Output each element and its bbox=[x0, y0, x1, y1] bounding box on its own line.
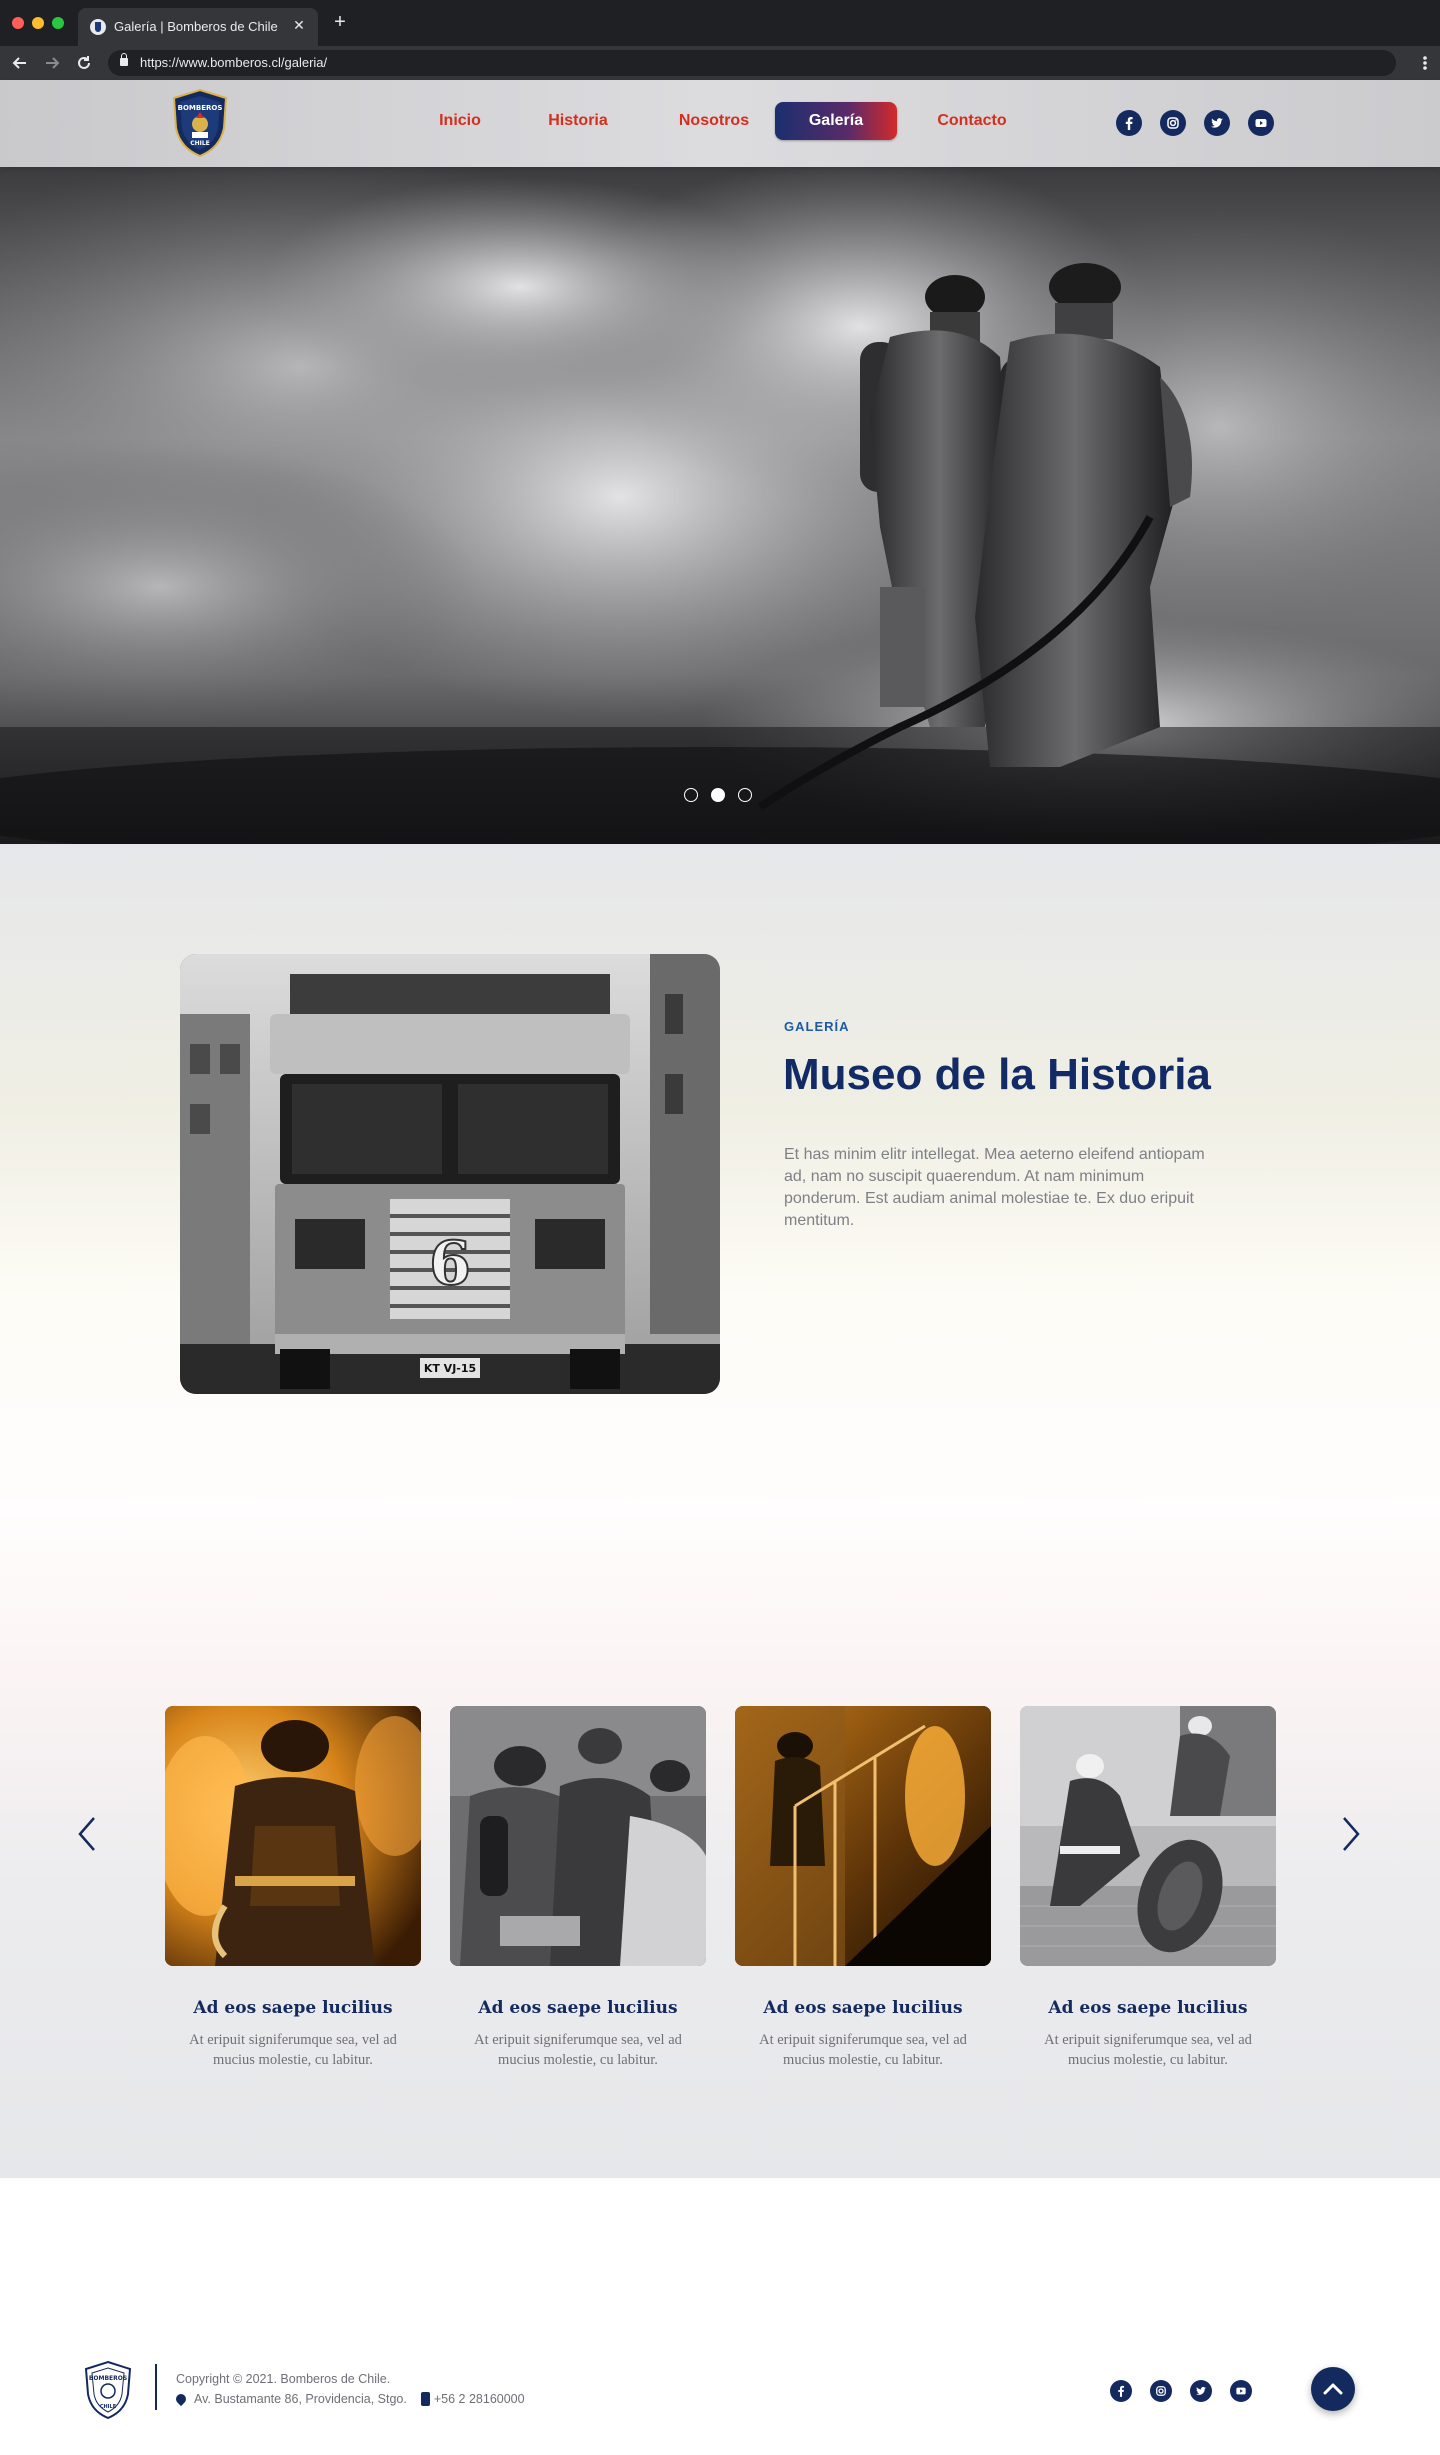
footer-address: Av. Bustamante 86, Providencia, Stgo. bbox=[194, 2392, 407, 2406]
slider-dot-3[interactable] bbox=[738, 788, 752, 802]
hero-image-firefighters bbox=[0, 167, 1440, 844]
close-window-button[interactable] bbox=[12, 17, 24, 29]
tab-bar: Galería | Bomberos de Chile ✕ + bbox=[0, 0, 1440, 46]
card-title[interactable]: Ad eos saepe lucilius bbox=[1020, 1998, 1276, 2018]
youtube-icon[interactable] bbox=[1230, 2380, 1252, 2402]
gallery-card[interactable]: Ad eos saepe lucilius At eripuit signife… bbox=[165, 1706, 421, 2070]
chevron-up-icon bbox=[1323, 2383, 1343, 2395]
kebab-menu-icon[interactable] bbox=[1422, 53, 1428, 73]
firefighters-training-photo bbox=[1020, 1706, 1276, 1966]
back-arrow-icon[interactable] bbox=[10, 53, 30, 73]
back-to-top-button[interactable] bbox=[1311, 2367, 1355, 2411]
maximize-window-button[interactable] bbox=[52, 17, 64, 29]
card-title[interactable]: Ad eos saepe lucilius bbox=[165, 1998, 421, 2018]
gallery-card[interactable]: Ad eos saepe lucilius At eripuit signife… bbox=[1020, 1706, 1276, 2070]
phone-icon bbox=[420, 2392, 430, 2406]
carousel-prev-chevron-icon[interactable] bbox=[72, 1814, 102, 1854]
instagram-icon[interactable] bbox=[1150, 2380, 1172, 2402]
logo-text-bottom: CHILE bbox=[190, 140, 210, 147]
carousel-next-chevron-icon[interactable] bbox=[1336, 1814, 1366, 1854]
gallery-card[interactable]: Ad eos saepe lucilius At eripuit signife… bbox=[735, 1706, 991, 2070]
favicon-icon bbox=[90, 19, 106, 35]
nav-item-contacto[interactable]: Contacto bbox=[910, 102, 1034, 140]
truck-plate: KT VJ-15 bbox=[424, 1362, 476, 1375]
tab-title: Galería | Bomberos de Chile bbox=[114, 19, 278, 34]
site-footer: BOMBEROS CHILE Copyright © 2021. Bombero… bbox=[0, 2178, 1440, 2455]
footer-logo[interactable]: BOMBEROS CHILE bbox=[82, 2360, 134, 2420]
url-text[interactable]: https://www.bomberos.cl/galeria/ bbox=[140, 55, 327, 70]
firefighter-flames-photo bbox=[165, 1706, 421, 1966]
museum-section: 6 KT VJ-15 GALERÍA Museo de la Historia … bbox=[0, 844, 1440, 2178]
browser-chrome: Galería | Bomberos de Chile ✕ + https://… bbox=[0, 0, 1440, 80]
section-body: Et has minim elitr intellegat. Mea aeter… bbox=[784, 1146, 1205, 1229]
twitter-icon[interactable] bbox=[1204, 110, 1230, 136]
card-text: At eripuit signiferumque sea, vel ad muc… bbox=[759, 2032, 967, 2068]
fire-truck-photo: 6 KT VJ-15 bbox=[180, 954, 720, 1394]
facebook-icon[interactable] bbox=[1110, 2380, 1132, 2402]
footer-logo-text-bottom: CHILE bbox=[100, 2404, 117, 2410]
facebook-icon[interactable] bbox=[1116, 110, 1142, 136]
youtube-icon[interactable] bbox=[1248, 110, 1274, 136]
new-tab-button[interactable]: + bbox=[330, 12, 350, 32]
minimize-window-button[interactable] bbox=[32, 17, 44, 29]
card-text: At eripuit signiferumque sea, vel ad muc… bbox=[474, 2032, 682, 2068]
section-title: Museo de la Historia bbox=[783, 1050, 1211, 1099]
gallery-card[interactable]: Ad eos saepe lucilius At eripuit signife… bbox=[450, 1706, 706, 2070]
instagram-icon[interactable] bbox=[1160, 110, 1186, 136]
nav-item-nosotros[interactable]: Nosotros bbox=[656, 102, 772, 140]
twitter-icon[interactable] bbox=[1190, 2380, 1212, 2402]
firefighters-crowd-photo bbox=[450, 1706, 706, 1966]
section-eyebrow: GALERÍA bbox=[784, 1019, 850, 1034]
lock-icon bbox=[120, 53, 128, 66]
bomberos-logo[interactable]: BOMBEROS CHILE bbox=[170, 88, 230, 158]
reload-icon[interactable] bbox=[74, 53, 94, 73]
browser-tab[interactable]: Galería | Bomberos de Chile ✕ bbox=[78, 8, 318, 46]
truck-number: 6 bbox=[429, 1229, 471, 1299]
nav-item-historia[interactable]: Historia bbox=[522, 102, 634, 140]
firefighter-stairs-photo bbox=[735, 1706, 991, 1966]
tab-close-icon[interactable]: ✕ bbox=[290, 17, 308, 34]
footer-logo-text-top: BOMBEROS bbox=[89, 2375, 127, 2382]
card-text: At eripuit signiferumque sea, vel ad muc… bbox=[1044, 2032, 1252, 2068]
card-text: At eripuit signiferumque sea, vel ad muc… bbox=[189, 2032, 397, 2068]
location-pin-icon bbox=[173, 2391, 189, 2407]
logo-text-top: BOMBEROS bbox=[178, 104, 223, 112]
site-header: BOMBEROS CHILE Inicio Historia Nosotros … bbox=[0, 80, 1440, 167]
footer-copyright: Copyright © 2021. Bomberos de Chile. bbox=[176, 2372, 391, 2386]
footer-contact-line: Av. Bustamante 86, Providencia, Stgo. +56… bbox=[173, 2391, 525, 2407]
address-bar[interactable]: https://www.bomberos.cl/galeria/ bbox=[108, 50, 1396, 76]
hero-slider bbox=[0, 167, 1440, 844]
card-title[interactable]: Ad eos saepe lucilius bbox=[450, 1998, 706, 2018]
forward-arrow-icon[interactable] bbox=[42, 53, 62, 73]
card-title[interactable]: Ad eos saepe lucilius bbox=[735, 1998, 991, 2018]
slider-dot-1[interactable] bbox=[684, 788, 698, 802]
footer-phone[interactable]: +56 2 28160000 bbox=[434, 2392, 525, 2406]
footer-divider bbox=[155, 2364, 157, 2410]
nav-item-inicio[interactable]: Inicio bbox=[420, 102, 500, 140]
browser-toolbar: https://www.bomberos.cl/galeria/ bbox=[0, 46, 1440, 80]
nav-item-galeria[interactable]: Galería bbox=[775, 102, 897, 140]
slider-dot-2[interactable] bbox=[711, 788, 725, 802]
